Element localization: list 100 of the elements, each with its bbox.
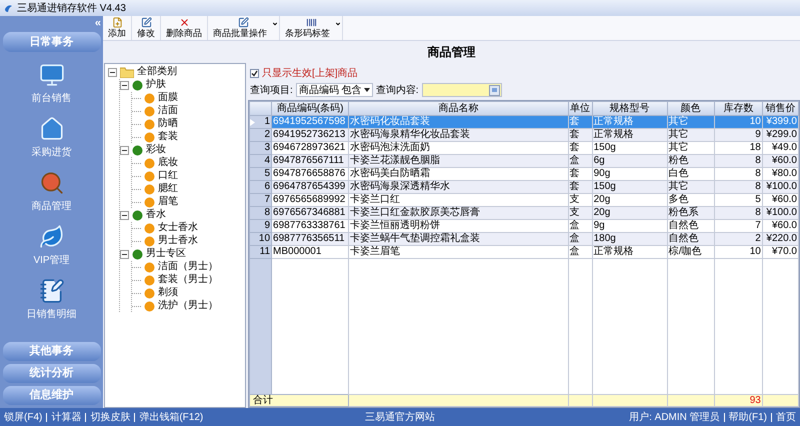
- total-stock: 93: [750, 395, 761, 406]
- query-item-label: 查询项目:: [250, 84, 293, 98]
- status-link[interactable]: 弹出钱箱(F12): [139, 410, 204, 424]
- row-number: 9: [264, 220, 272, 232]
- category-dot-icon: [132, 144, 143, 156]
- folder-icon: [120, 66, 134, 78]
- toolbar-button[interactable]: 商品批量操作: [208, 16, 280, 40]
- browse-icon[interactable]: [488, 84, 500, 96]
- row-number: 7: [264, 194, 272, 206]
- query-content-label: 查询内容:: [376, 84, 419, 98]
- tree-item[interactable]: 剃须: [158, 287, 178, 299]
- table-row[interactable]: 1 6941952567598 水密码化妆品套装 套 正常规格 其它 10 ¥399.0: [250, 116, 798, 128]
- tree-item[interactable]: 洁面（男士）: [158, 261, 218, 273]
- user-info: 用户: ADMIN 管理员: [629, 410, 720, 424]
- app-icon: [4, 4, 13, 12]
- row-number: 5: [264, 168, 272, 180]
- status-link[interactable]: 切换皮肤: [90, 410, 130, 424]
- tree-item[interactable]: 男士香水: [158, 235, 198, 247]
- tree-item[interactable]: 底妆: [158, 157, 178, 169]
- table-row[interactable]: 6 6964787654399 水密码海泉深透精华水 套 150g 其它 8 ¥100.0: [250, 180, 798, 194]
- query-item-dropdown[interactable]: 商品编码 包含: [296, 83, 373, 97]
- toolbar-button[interactable]: 条形码标签: [280, 16, 343, 40]
- tree-item[interactable]: 套装: [158, 131, 178, 143]
- window-title: 三易通进销存软件 V4.43: [17, 2, 126, 16]
- item-dot-icon: [144, 118, 155, 130]
- status-link[interactable]: 帮助(F1): [728, 410, 767, 424]
- table-cell: 10: [714, 246, 762, 258]
- checkbox[interactable]: [250, 68, 259, 78]
- row-number: 1: [264, 116, 272, 128]
- table-row[interactable]: 9 6987763338761 卡姿兰恒丽透明粉饼 盒 9g 自然色 7 ¥60.0: [250, 220, 798, 232]
- magnifier-icon: [38, 170, 64, 196]
- toolbar-button[interactable]: 删除商品: [161, 16, 208, 40]
- tree-item[interactable]: 眉笔: [158, 196, 178, 208]
- table-row[interactable]: 10 6987776356511 卡姿兰蜗牛气垫调控霜礼盒装 盒 180g 自然色 2 ¥220.0: [250, 232, 798, 246]
- collapse-icon[interactable]: [120, 250, 129, 258]
- column-header[interactable]: 商品名称: [348, 102, 568, 116]
- toolbar-button[interactable]: 修改: [132, 16, 161, 40]
- table-row[interactable]: 7 6976565689992 卡姿兰口红 支 20g 多色 5 ¥60.0: [250, 194, 798, 206]
- column-header[interactable]: 商品编码(条码): [272, 102, 349, 116]
- item-dot-icon: [144, 132, 155, 142]
- row-number: 11: [260, 246, 272, 258]
- table-row[interactable]: 3 6946728973621 水密码泡沫洗面奶 套 150g 其它 18 ¥49.0: [250, 142, 798, 154]
- status-link[interactable]: 计算器: [51, 410, 82, 424]
- item-dot-icon: [144, 92, 155, 104]
- category-dot-icon: [132, 210, 143, 220]
- table-cell: 盒: [568, 246, 592, 258]
- collapse-icon[interactable]: [120, 210, 129, 220]
- item-dot-icon: [144, 196, 155, 208]
- category-dot-icon: [132, 248, 143, 260]
- website-link[interactable]: 三易通官方网站: [365, 410, 435, 424]
- tree-item[interactable]: 洗护（男士）: [158, 300, 218, 312]
- collapse-icon[interactable]: [120, 146, 129, 154]
- tree-item[interactable]: 套装（男士）: [158, 274, 218, 286]
- item-dot-icon: [144, 170, 155, 182]
- row-number: 6: [264, 181, 272, 193]
- table-row[interactable]: 5 6947876658876 水密码美白防晒霜 套 90g 白色 8 ¥80.0: [250, 168, 798, 180]
- table-cell: 卡姿兰眉笔: [348, 246, 568, 258]
- table-row[interactable]: 11 MB000001 卡姿兰眉笔 盒 正常规格 棕/咖色 10 ¥70.0: [250, 246, 798, 258]
- tree-item[interactable]: 口红: [158, 170, 178, 182]
- tree-item[interactable]: 女士香水: [158, 222, 198, 234]
- item-dot-icon: [144, 184, 155, 194]
- table-row[interactable]: 4 6947876567111 卡姿兰花漾靓色胭脂 盒 6g 粉色 8 ¥60.0: [250, 154, 798, 168]
- collapse-icon[interactable]: [108, 68, 117, 76]
- row-number: 2: [264, 129, 272, 141]
- status-link[interactable]: 首页: [776, 410, 796, 424]
- total-label: 合计: [253, 395, 273, 406]
- leaf-icon: [38, 224, 64, 250]
- tree-item[interactable]: 男士专区: [146, 248, 186, 260]
- tree-item[interactable]: 面膜: [158, 92, 178, 104]
- toolbar-button[interactable]: 添加: [103, 16, 132, 40]
- notepad-icon: [38, 278, 64, 304]
- table-cell: 正常规格: [592, 246, 668, 258]
- table-row[interactable]: 2 6941952736213 水密码海泉精华化妆品套装 套 正常规格 其它 9 ¥299.0: [250, 128, 798, 142]
- table-cell: ¥70.0: [762, 246, 798, 258]
- row-number: 3: [264, 142, 272, 154]
- house-icon: [38, 116, 64, 142]
- tree-item[interactable]: 护肤: [146, 79, 166, 91]
- row-number: 8: [264, 207, 272, 219]
- item-dot-icon: [144, 274, 155, 286]
- filter-label[interactable]: 只显示生效[上架]商品: [262, 66, 358, 80]
- tree-item[interactable]: 全部类别: [137, 66, 177, 78]
- item-dot-icon: [144, 300, 155, 312]
- item-dot-icon: [144, 222, 155, 234]
- table-row[interactable]: 8 6976567346881 卡姿兰口红金款胶原美芯唇膏 支 20g 粉色系 8 ¥100.0: [250, 206, 798, 220]
- status-link[interactable]: 锁屏(F4): [4, 410, 42, 424]
- row-number: 10: [258, 233, 272, 245]
- item-dot-icon: [144, 288, 155, 298]
- monitor-icon: [38, 62, 64, 88]
- tree-item[interactable]: 腮红: [158, 183, 178, 195]
- tree-item[interactable]: 防晒: [158, 118, 178, 130]
- collapse-icon[interactable]: [120, 80, 129, 90]
- tree-item[interactable]: 彩妆: [146, 144, 166, 156]
- add-file-icon: [112, 17, 122, 28]
- tree-item[interactable]: 香水: [146, 209, 166, 221]
- tree-item[interactable]: 洁面: [158, 105, 178, 117]
- column-header[interactable]: 规格型号: [592, 102, 668, 116]
- item-dot-icon: [144, 236, 155, 246]
- barcode-icon: [306, 17, 316, 28]
- query-content-field[interactable]: [422, 83, 502, 97]
- page-title: 商品管理: [428, 44, 476, 61]
